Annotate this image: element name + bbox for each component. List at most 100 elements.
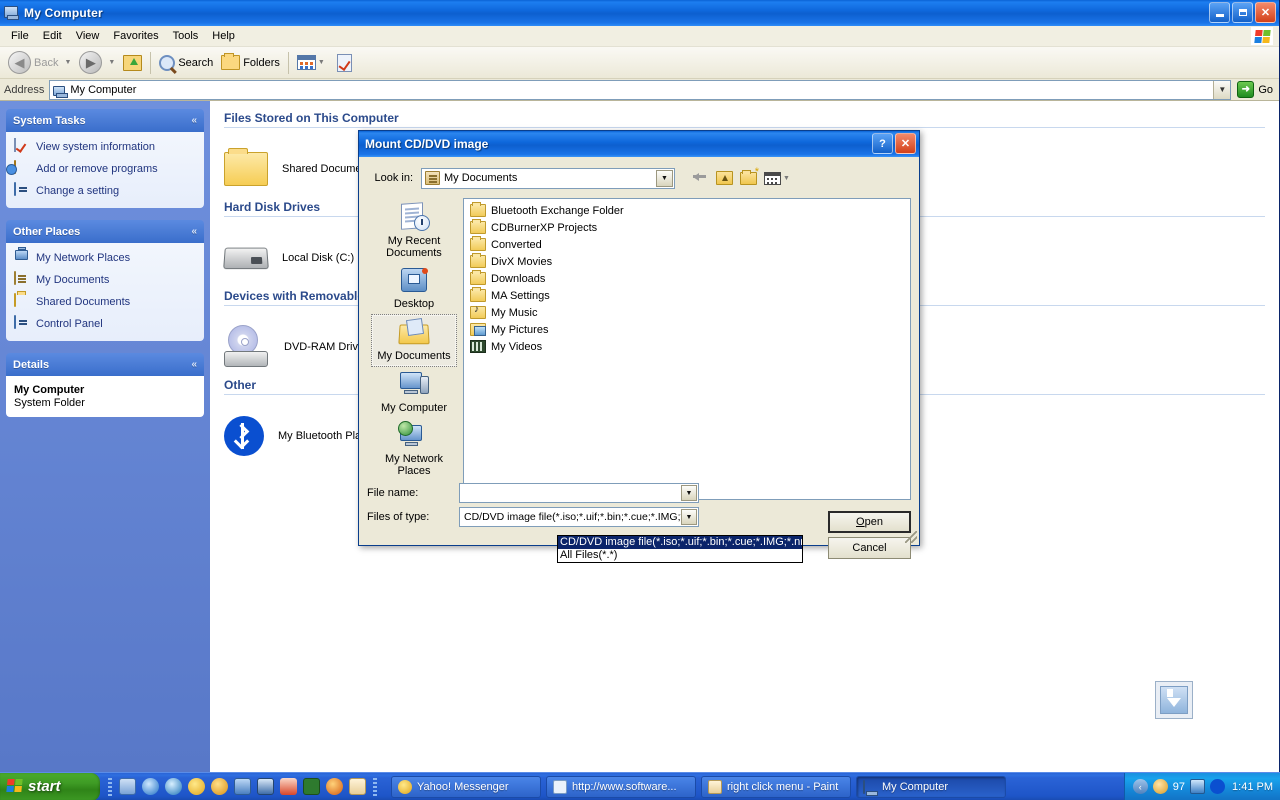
show-hidden-icons-button[interactable]: ‹ bbox=[1132, 779, 1148, 794]
resize-grip[interactable] bbox=[905, 531, 917, 543]
views-button[interactable]: ▼ bbox=[293, 50, 333, 76]
show-desktop-icon[interactable] bbox=[119, 778, 136, 795]
collapse-chevron-icon[interactable]: « bbox=[191, 115, 197, 126]
quick-launch-grip[interactable] bbox=[108, 777, 112, 796]
maximize-button[interactable] bbox=[1232, 2, 1253, 23]
open-button[interactable]: Open bbox=[828, 511, 911, 533]
list-item[interactable]: My Music bbox=[466, 304, 908, 321]
files-of-type-dropdown[interactable]: CD/DVD image file(*.iso;*.uif;*.bin;*.cu… bbox=[557, 535, 803, 563]
sidebar-item-shared-documents[interactable]: Shared Documents bbox=[14, 293, 196, 310]
folders-button[interactable]: Folders bbox=[217, 50, 284, 76]
forward-button[interactable]: ▶ bbox=[75, 50, 106, 76]
sidebar-item-add-or-remove-programs[interactable]: Add or remove programs bbox=[14, 160, 196, 177]
tray-counter[interactable]: 97 bbox=[1173, 781, 1185, 793]
list-item[interactable]: Downloads bbox=[466, 270, 908, 287]
sidebar-item-change-a-setting[interactable]: Change a setting bbox=[14, 182, 196, 199]
list-item[interactable]: Bluetooth Exchange Folder bbox=[466, 202, 908, 219]
views-chevron-down-icon[interactable]: ▼ bbox=[783, 175, 790, 182]
address-input[interactable]: My Computer ▼ bbox=[49, 79, 1232, 100]
task-my-computer[interactable]: My Computer bbox=[856, 775, 1006, 798]
back-history-chevron-icon[interactable]: ▼ bbox=[64, 59, 71, 66]
sidebar-item-my-network-places[interactable]: My Network Places bbox=[14, 247, 196, 266]
files-of-type-chevron-down-icon[interactable]: ▼ bbox=[681, 509, 697, 525]
list-item[interactable]: DivX Movies bbox=[466, 253, 908, 270]
list-item[interactable]: My Pictures bbox=[466, 321, 908, 338]
dropdown-option-all-files[interactable]: All Files(*.*) bbox=[558, 549, 802, 562]
menu-favorites[interactable]: Favorites bbox=[106, 28, 165, 44]
network-icon[interactable] bbox=[234, 778, 251, 795]
download-arrow-widget[interactable] bbox=[1155, 681, 1193, 719]
nero-icon[interactable] bbox=[280, 778, 297, 795]
menu-file[interactable]: File bbox=[4, 28, 36, 44]
updates-icon[interactable] bbox=[1190, 779, 1206, 794]
file-name-chevron-down-icon[interactable]: ▼ bbox=[681, 485, 697, 501]
task-browser[interactable]: http://www.software... bbox=[546, 775, 696, 798]
internet-explorer-icon[interactable] bbox=[142, 778, 159, 795]
up-button[interactable] bbox=[119, 50, 146, 76]
look-in-chevron-down-icon[interactable]: ▼ bbox=[656, 169, 673, 187]
place-my-network-places[interactable]: My Network Places bbox=[371, 418, 457, 481]
place-my-computer[interactable]: My Computer bbox=[371, 367, 457, 418]
volume-icon[interactable] bbox=[257, 778, 274, 795]
search-button[interactable]: Search bbox=[155, 50, 217, 76]
place-desktop[interactable]: Desktop bbox=[371, 263, 457, 314]
up-one-level-icon[interactable] bbox=[716, 171, 733, 185]
task-paint[interactable]: right click menu - Paint bbox=[701, 775, 851, 798]
collapse-chevron-icon[interactable]: « bbox=[191, 359, 197, 370]
paint-icon[interactable] bbox=[349, 778, 366, 795]
firefox-icon[interactable] bbox=[326, 778, 343, 795]
file-list[interactable]: Bluetooth Exchange Folder CDBurnerXP Pro… bbox=[463, 198, 911, 500]
ie-page-icon bbox=[553, 779, 567, 794]
security-icon[interactable] bbox=[1152, 779, 1168, 794]
system-tasks-title: System Tasks bbox=[13, 114, 86, 127]
sidebar-item-my-documents[interactable]: My Documents bbox=[14, 271, 196, 288]
create-new-folder-icon[interactable] bbox=[740, 166, 759, 185]
list-item[interactable]: MA Settings bbox=[466, 287, 908, 304]
forward-history-chevron-icon[interactable]: ▼ bbox=[108, 59, 115, 66]
dialog-back-icon[interactable] bbox=[693, 172, 709, 184]
yahoo-messenger-icon[interactable] bbox=[188, 778, 205, 795]
start-button[interactable]: start bbox=[0, 772, 100, 800]
list-item[interactable]: Converted bbox=[466, 236, 908, 253]
views-chevron-down-icon[interactable]: ▼ bbox=[318, 59, 325, 66]
bluetooth-icon[interactable] bbox=[1210, 779, 1226, 794]
menu-view[interactable]: View bbox=[69, 28, 107, 44]
menu-tools[interactable]: Tools bbox=[166, 28, 206, 44]
files-of-type-combo[interactable]: CD/DVD image file(*.iso;*.uif;*.bin;*.cu… bbox=[459, 507, 699, 527]
menu-edit[interactable]: Edit bbox=[36, 28, 69, 44]
look-in-combo[interactable]: My Documents ▼ bbox=[421, 167, 675, 189]
minimize-button[interactable] bbox=[1209, 2, 1230, 23]
google-chrome-icon[interactable] bbox=[211, 778, 228, 795]
green-app-icon[interactable] bbox=[303, 778, 320, 795]
dialog-views-button[interactable]: ▼ bbox=[764, 171, 790, 185]
extra-tool-button[interactable] bbox=[333, 50, 356, 76]
place-my-documents[interactable]: My Documents bbox=[371, 314, 457, 367]
system-tasks-header[interactable]: System Tasks « bbox=[6, 109, 204, 132]
cancel-button[interactable]: Cancel bbox=[828, 537, 911, 559]
shared-folder-icon bbox=[224, 148, 268, 186]
file-name-input[interactable]: ▼ bbox=[459, 483, 699, 503]
close-button[interactable]: ✕ bbox=[1255, 2, 1276, 23]
task-yahoo-messenger[interactable]: Yahoo! Messenger bbox=[391, 775, 541, 798]
mount-cd-dvd-image-dialog: Mount CD/DVD image ? ✕ Look in: My Docum… bbox=[358, 130, 920, 559]
list-item[interactable]: My Videos bbox=[466, 338, 908, 355]
menu-help[interactable]: Help bbox=[205, 28, 242, 44]
dialog-close-button[interactable]: ✕ bbox=[895, 133, 916, 154]
address-chevron-down-icon[interactable]: ▼ bbox=[1213, 80, 1231, 99]
dropdown-option-cd-dvd-image-file[interactable]: CD/DVD image file(*.iso;*.uif;*.bin;*.cu… bbox=[558, 536, 802, 549]
sidebar-item-view-system-information[interactable]: View system information bbox=[14, 138, 196, 155]
place-my-recent-documents[interactable]: My Recent Documents bbox=[371, 200, 457, 263]
file-name: My Pictures bbox=[491, 323, 549, 336]
collapse-chevron-icon[interactable]: « bbox=[191, 226, 197, 237]
go-button[interactable]: ➜ Go bbox=[1231, 81, 1279, 98]
quick-launch-grip-2[interactable] bbox=[373, 777, 377, 796]
back-button[interactable]: ◀ Back bbox=[4, 50, 62, 76]
my-computer-icon bbox=[4, 5, 20, 21]
other-places-header[interactable]: Other Places « bbox=[6, 220, 204, 243]
sidebar-item-control-panel[interactable]: Control Panel bbox=[14, 315, 196, 332]
help-button[interactable]: ? bbox=[872, 133, 893, 154]
windows-media-player-icon[interactable] bbox=[165, 778, 182, 795]
list-item[interactable]: CDBurnerXP Projects bbox=[466, 219, 908, 236]
clock[interactable]: 1:41 PM bbox=[1232, 781, 1273, 793]
details-header[interactable]: Details « bbox=[6, 353, 204, 376]
